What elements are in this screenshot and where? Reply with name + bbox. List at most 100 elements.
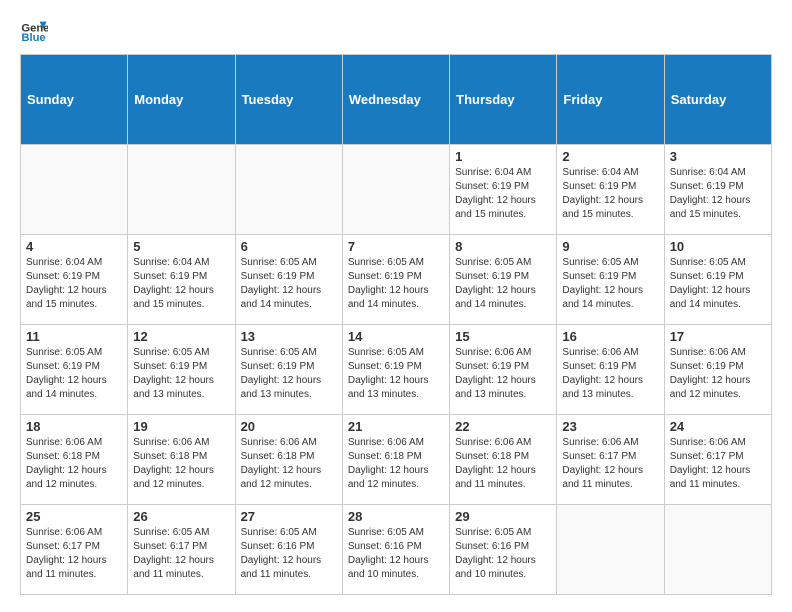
day-info: Sunrise: 6:05 AM Sunset: 6:19 PM Dayligh… (241, 346, 337, 402)
calendar-cell: 11 Sunrise: 6:05 AM Sunset: 6:19 PM Dayli… (21, 325, 128, 415)
calendar-cell: 14 Sunrise: 6:05 AM Sunset: 6:19 PM Dayli… (342, 325, 449, 415)
calendar-cell: 24 Sunrise: 6:06 AM Sunset: 6:17 PM Dayli… (664, 415, 771, 505)
weekday-header-wednesday: Wednesday (342, 55, 449, 145)
logo-icon: General Blue (20, 16, 48, 44)
calendar-cell: 20 Sunrise: 6:06 AM Sunset: 6:18 PM Dayli… (235, 415, 342, 505)
weekday-header-sunday: Sunday (21, 55, 128, 145)
calendar-cell (128, 145, 235, 235)
day-number: 14 (348, 329, 444, 344)
calendar-cell: 26 Sunrise: 6:05 AM Sunset: 6:17 PM Dayli… (128, 505, 235, 595)
day-info: Sunrise: 6:05 AM Sunset: 6:19 PM Dayligh… (562, 256, 658, 312)
day-number: 20 (241, 419, 337, 434)
day-info: Sunrise: 6:06 AM Sunset: 6:18 PM Dayligh… (455, 436, 551, 492)
calendar-cell: 5Sunrise: 6:04 AM Sunset: 6:19 PM Daylig… (128, 235, 235, 325)
calendar-cell (664, 505, 771, 595)
day-number: 29 (455, 509, 551, 524)
weekday-header-monday: Monday (128, 55, 235, 145)
day-info: Sunrise: 6:05 AM Sunset: 6:19 PM Dayligh… (241, 256, 337, 312)
day-number: 13 (241, 329, 337, 344)
calendar-cell: 1Sunrise: 6:04 AM Sunset: 6:19 PM Daylig… (450, 145, 557, 235)
calendar-cell: 9 Sunrise: 6:05 AM Sunset: 6:19 PM Daylig… (557, 235, 664, 325)
day-number: 8 (455, 239, 551, 254)
day-info: Sunrise: 6:05 AM Sunset: 6:19 PM Dayligh… (670, 256, 766, 312)
calendar-cell (342, 145, 449, 235)
day-number: 25 (26, 509, 122, 524)
calendar-cell: 10 Sunrise: 6:05 AM Sunset: 6:19 PM Dayli… (664, 235, 771, 325)
day-number: 7 (348, 239, 444, 254)
calendar-cell: 4 Sunrise: 6:04 AM Sunset: 6:19 PM Daylig… (21, 235, 128, 325)
day-number: 26 (133, 509, 229, 524)
day-number: 9 (562, 239, 658, 254)
day-number: 24 (670, 419, 766, 434)
day-info: Sunrise: 6:04 AM Sunset: 6:19 PM Dayligh… (26, 256, 122, 312)
day-info: Sunrise: 6:06 AM Sunset: 6:18 PM Dayligh… (241, 436, 337, 492)
calendar-cell (557, 505, 664, 595)
calendar-cell: 12 Sunrise: 6:05 AM Sunset: 6:19 PM Dayli… (128, 325, 235, 415)
weekday-header-thursday: Thursday (450, 55, 557, 145)
day-number: 6 (241, 239, 337, 254)
day-info: Sunrise: 6:06 AM Sunset: 6:19 PM Dayligh… (670, 346, 766, 402)
calendar-cell: 15 Sunrise: 6:06 AM Sunset: 6:19 PM Dayli… (450, 325, 557, 415)
calendar-cell: 2 Sunrise: 6:04 AM Sunset: 6:19 PM Daylig… (557, 145, 664, 235)
day-info: Sunrise: 6:06 AM Sunset: 6:17 PM Dayligh… (670, 436, 766, 492)
day-info: Sunrise: 6:06 AM Sunset: 6:18 PM Dayligh… (348, 436, 444, 492)
logo: General Blue (20, 16, 50, 44)
day-info: Sunrise: 6:05 AM Sunset: 6:16 PM Dayligh… (241, 526, 337, 582)
day-info: Sunrise: 6:06 AM Sunset: 6:18 PM Dayligh… (133, 436, 229, 492)
day-info: Sunrise: 6:05 AM Sunset: 6:16 PM Dayligh… (455, 526, 551, 582)
day-info: Sunrise: 6:06 AM Sunset: 6:18 PM Dayligh… (26, 436, 122, 492)
day-number: 23 (562, 419, 658, 434)
calendar-cell: 8 Sunrise: 6:05 AM Sunset: 6:19 PM Daylig… (450, 235, 557, 325)
page-header: General Blue (20, 16, 772, 44)
calendar-cell: 18 Sunrise: 6:06 AM Sunset: 6:18 PM Dayli… (21, 415, 128, 505)
day-number: 3 (670, 149, 766, 164)
day-number: 28 (348, 509, 444, 524)
day-info: Sunrise: 6:05 AM Sunset: 6:19 PM Dayligh… (348, 346, 444, 402)
calendar-cell (235, 145, 342, 235)
day-info: Sunrise: 6:05 AM Sunset: 6:16 PM Dayligh… (348, 526, 444, 582)
day-info: Sunrise: 6:06 AM Sunset: 6:17 PM Dayligh… (26, 526, 122, 582)
calendar-cell: 6 Sunrise: 6:05 AM Sunset: 6:19 PM Daylig… (235, 235, 342, 325)
day-info: Sunrise: 6:05 AM Sunset: 6:19 PM Dayligh… (455, 256, 551, 312)
calendar-cell: 25 Sunrise: 6:06 AM Sunset: 6:17 PM Dayli… (21, 505, 128, 595)
calendar-cell: 21 Sunrise: 6:06 AM Sunset: 6:18 PM Dayli… (342, 415, 449, 505)
day-number: 18 (26, 419, 122, 434)
calendar-cell: 29 Sunrise: 6:05 AM Sunset: 6:16 PM Dayli… (450, 505, 557, 595)
day-info: Sunrise: 6:05 AM Sunset: 6:17 PM Dayligh… (133, 526, 229, 582)
day-info: Sunrise: 6:06 AM Sunset: 6:19 PM Dayligh… (455, 346, 551, 402)
calendar-cell: 17 Sunrise: 6:06 AM Sunset: 6:19 PM Dayli… (664, 325, 771, 415)
calendar-cell: 7Sunrise: 6:05 AM Sunset: 6:19 PM Daylig… (342, 235, 449, 325)
weekday-header-friday: Friday (557, 55, 664, 145)
day-info: Sunrise: 6:04 AM Sunset: 6:19 PM Dayligh… (670, 166, 766, 222)
day-info: Sunrise: 6:04 AM Sunset: 6:19 PM Dayligh… (455, 166, 551, 222)
day-number: 22 (455, 419, 551, 434)
calendar-cell: 3 Sunrise: 6:04 AM Sunset: 6:19 PM Daylig… (664, 145, 771, 235)
day-number: 2 (562, 149, 658, 164)
day-info: Sunrise: 6:05 AM Sunset: 6:19 PM Dayligh… (133, 346, 229, 402)
weekday-header-tuesday: Tuesday (235, 55, 342, 145)
day-info: Sunrise: 6:06 AM Sunset: 6:17 PM Dayligh… (562, 436, 658, 492)
calendar-table: SundayMondayTuesdayWednesdayThursdayFrid… (20, 54, 772, 595)
day-number: 11 (26, 329, 122, 344)
calendar-cell: 27 Sunrise: 6:05 AM Sunset: 6:16 PM Dayli… (235, 505, 342, 595)
calendar-cell: 16Sunrise: 6:06 AM Sunset: 6:19 PM Dayli… (557, 325, 664, 415)
calendar-cell (21, 145, 128, 235)
calendar-cell: 23 Sunrise: 6:06 AM Sunset: 6:17 PM Dayli… (557, 415, 664, 505)
day-info: Sunrise: 6:04 AM Sunset: 6:19 PM Dayligh… (562, 166, 658, 222)
calendar-cell: 22 Sunrise: 6:06 AM Sunset: 6:18 PM Dayli… (450, 415, 557, 505)
day-number: 27 (241, 509, 337, 524)
calendar-cell: 19 Sunrise: 6:06 AM Sunset: 6:18 PM Dayli… (128, 415, 235, 505)
day-number: 12 (133, 329, 229, 344)
day-number: 21 (348, 419, 444, 434)
day-number: 16 (562, 329, 658, 344)
day-number: 19 (133, 419, 229, 434)
svg-text:Blue: Blue (21, 32, 45, 44)
day-number: 10 (670, 239, 766, 254)
weekday-header-saturday: Saturday (664, 55, 771, 145)
calendar-cell: 13 Sunrise: 6:05 AM Sunset: 6:19 PM Dayli… (235, 325, 342, 415)
day-info: Sunrise: 6:04 AM Sunset: 6:19 PM Dayligh… (133, 256, 229, 312)
day-number: 17 (670, 329, 766, 344)
day-number: 15 (455, 329, 551, 344)
day-info: Sunrise: 6:05 AM Sunset: 6:19 PM Dayligh… (26, 346, 122, 402)
day-number: 4 (26, 239, 122, 254)
